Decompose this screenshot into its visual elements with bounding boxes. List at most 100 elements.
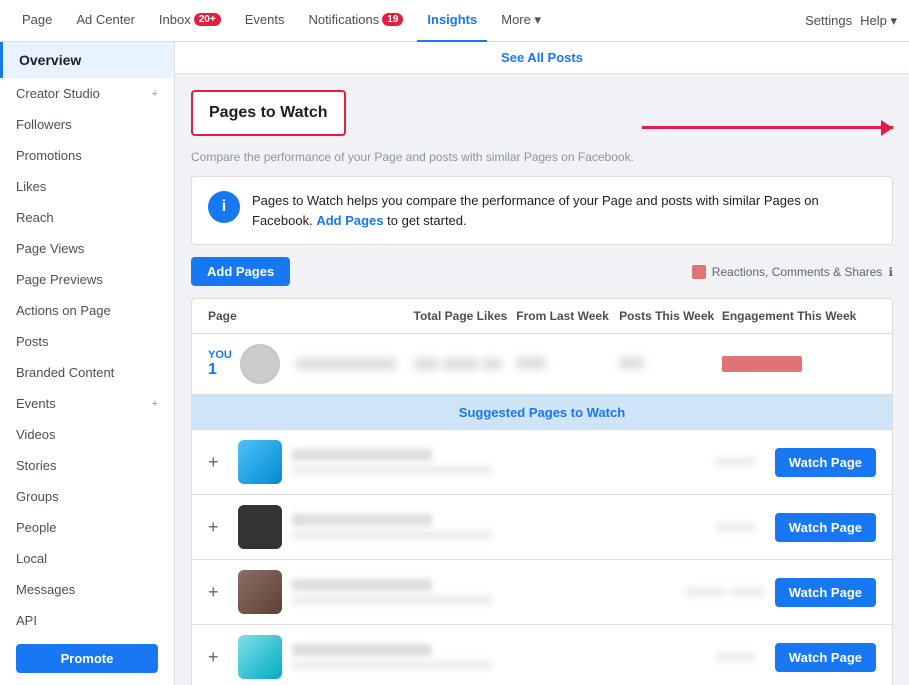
manage-promotions-link[interactable]: Manage Promotions [0, 681, 174, 685]
add-page-1-icon[interactable]: + [208, 517, 228, 538]
add-page-3-icon[interactable]: + [208, 647, 228, 668]
sidebar-item-videos[interactable]: Videos [0, 419, 174, 450]
suggested-page-1-sub [292, 530, 492, 540]
your-page-avatar [240, 344, 280, 384]
sidebar-item-posts[interactable]: Posts [0, 326, 174, 357]
your-page-badge-num: YOU 1 [208, 349, 232, 379]
suggested-page-3-stat [705, 652, 765, 662]
sidebar-item-branded-content[interactable]: Branded Content [0, 357, 174, 388]
sidebar: Overview Creator Studio + Followers Prom… [0, 42, 175, 685]
suggested-page-0-sub [292, 465, 492, 475]
nav-inbox[interactable]: Inbox 20+ [149, 0, 231, 42]
suggested-page-3-thumb [238, 635, 282, 679]
add-page-2-icon[interactable]: + [208, 582, 228, 603]
suggested-page-1-info [292, 514, 695, 540]
sidebar-item-creator-studio[interactable]: Creator Studio + [0, 78, 174, 109]
suggested-page-1-thumb [238, 505, 282, 549]
suggested-page-0-info [292, 449, 695, 475]
nav-page[interactable]: Page [12, 0, 62, 42]
section-subtitle: Compare the performance of your Page and… [191, 150, 634, 164]
col-total-likes: Total Page Likes [414, 309, 517, 323]
col-from-last-week: From Last Week [516, 309, 619, 323]
nav-right: Settings Help ▾ [805, 13, 897, 29]
events-expand: + [152, 398, 158, 410]
see-all-posts-bar[interactable]: See All Posts [175, 42, 909, 74]
nav-events[interactable]: Events [235, 0, 295, 42]
info-text-content: Pages to Watch helps you compare the per… [252, 191, 876, 230]
col-page: Page [208, 309, 414, 323]
section-header-row: Pages to Watch Compare the performance o… [191, 90, 893, 164]
sidebar-item-events[interactable]: Events + [0, 388, 174, 419]
legend-label: Reactions, Comments & Shares [712, 265, 883, 279]
section-title-box: Pages to Watch [191, 90, 346, 136]
nav-insights[interactable]: Insights [417, 0, 487, 42]
suggested-header: Suggested Pages to Watch [192, 395, 892, 430]
your-page-row: YOU 1 [192, 334, 892, 395]
sidebar-item-api[interactable]: API [0, 605, 174, 636]
col-engagement: Engagement This Week [722, 309, 876, 323]
suggested-page-0-name [292, 449, 432, 461]
nav-ad-center[interactable]: Ad Center [66, 0, 145, 42]
sidebar-item-messages[interactable]: Messages [0, 574, 174, 605]
main-content: See All Posts Pages to Watch Compare the… [175, 42, 909, 685]
add-page-0-icon[interactable]: + [208, 452, 228, 473]
legend-info-icon[interactable]: ℹ [888, 265, 893, 279]
main-layout: Overview Creator Studio + Followers Prom… [0, 42, 909, 685]
info-box: i Pages to Watch helps you compare the p… [191, 176, 893, 245]
sidebar-item-followers[interactable]: Followers [0, 109, 174, 140]
notifications-badge: 19 [382, 13, 403, 26]
your-total-likes [414, 358, 517, 370]
pages-to-watch-header: Pages to Watch Compare the performance o… [191, 90, 634, 164]
promote-button[interactable]: Promote [16, 644, 158, 673]
top-navigation: Page Ad Center Inbox 20+ Events Notifica… [0, 0, 909, 42]
your-from-last-week [516, 357, 619, 372]
your-posts-this-week [619, 357, 722, 372]
watch-page-0-button[interactable]: Watch Page [775, 448, 876, 477]
suggested-row-3: + Watch Page [192, 625, 892, 685]
watch-page-3-button[interactable]: Watch Page [775, 643, 876, 672]
settings-link[interactable]: Settings [805, 13, 852, 28]
sidebar-item-people[interactable]: People [0, 512, 174, 543]
suggested-page-0-stat [705, 457, 765, 467]
sidebar-item-overview[interactable]: Overview [0, 42, 174, 78]
suggested-page-2-info [292, 579, 676, 605]
add-pages-button[interactable]: Add Pages [191, 257, 290, 286]
suggested-page-1-name [292, 514, 432, 526]
sidebar-item-promotions[interactable]: Promotions [0, 140, 174, 171]
sidebar-item-stories[interactable]: Stories [0, 450, 174, 481]
sidebar-item-reach[interactable]: Reach [0, 202, 174, 233]
help-link[interactable]: Help ▾ [860, 13, 897, 29]
suggested-page-3-info [292, 644, 695, 670]
sidebar-item-groups[interactable]: Groups [0, 481, 174, 512]
sidebar-item-likes[interactable]: Likes [0, 171, 174, 202]
sidebar-item-page-previews[interactable]: Page Previews [0, 264, 174, 295]
suggested-page-3-name [292, 644, 432, 656]
watch-table: Page Total Page Likes From Last Week Pos… [191, 298, 893, 685]
nav-more[interactable]: More ▾ [491, 0, 551, 42]
info-icon: i [208, 191, 240, 223]
content-area: Pages to Watch Compare the performance o… [175, 74, 909, 685]
sidebar-item-page-views[interactable]: Page Views [0, 233, 174, 264]
suggested-row-0: + Watch Page [192, 430, 892, 495]
suggested-page-3-sub [292, 660, 492, 670]
watch-page-2-button[interactable]: Watch Page [775, 578, 876, 607]
sidebar-item-local[interactable]: Local [0, 543, 174, 574]
your-page-cell: YOU 1 [208, 344, 414, 384]
suggested-page-0-thumb [238, 440, 282, 484]
suggested-row-2: + Watch Page [192, 560, 892, 625]
nav-notifications[interactable]: Notifications 19 [298, 0, 413, 42]
your-page-name-blur [296, 358, 396, 370]
creator-studio-expand: + [152, 88, 158, 100]
watch-page-1-button[interactable]: Watch Page [775, 513, 876, 542]
suggested-page-2-stat [686, 587, 765, 597]
add-pages-row: Add Pages Reactions, Comments & Shares ℹ [191, 257, 893, 286]
table-header: Page Total Page Likes From Last Week Pos… [192, 299, 892, 334]
engagement-bar [722, 356, 802, 372]
legend-color-swatch [692, 265, 706, 279]
your-engagement [722, 356, 876, 372]
col-posts-this-week: Posts This Week [619, 309, 722, 323]
sidebar-item-actions-on-page[interactable]: Actions on Page [0, 295, 174, 326]
add-pages-info-link[interactable]: Add Pages [316, 213, 383, 228]
red-arrow [642, 126, 893, 129]
inbox-badge: 20+ [194, 13, 221, 26]
